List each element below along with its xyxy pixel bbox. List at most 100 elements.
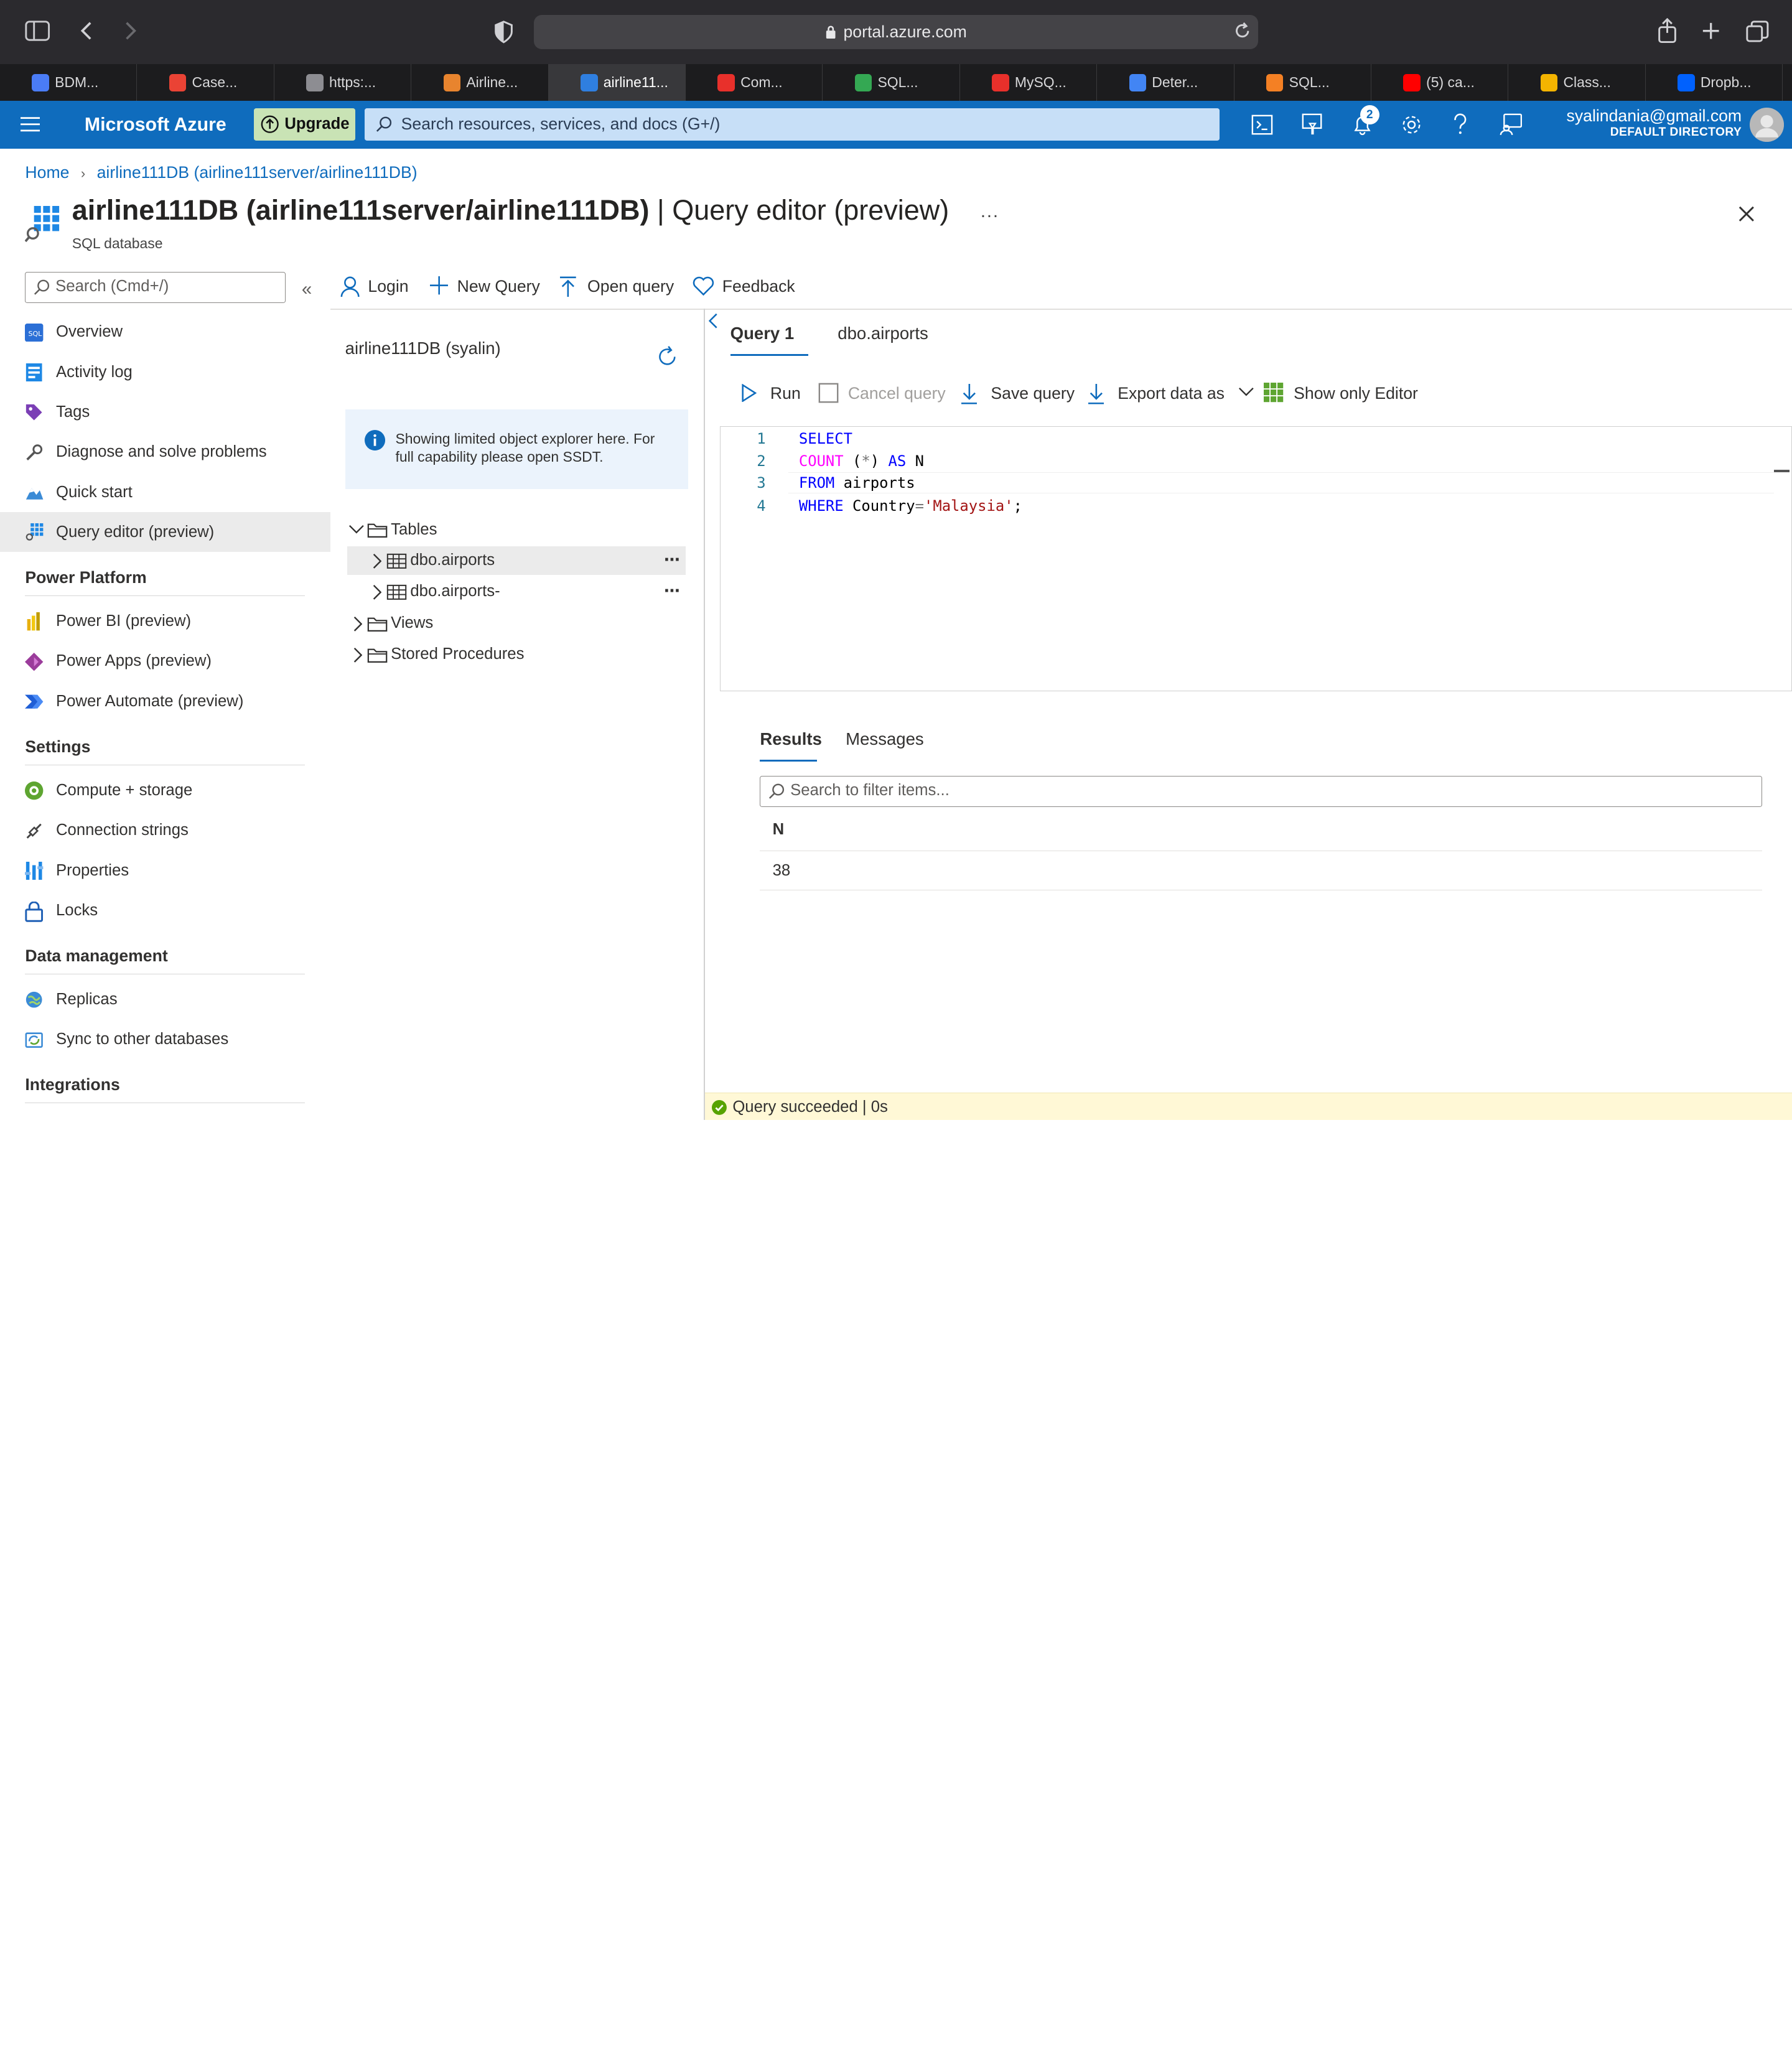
forward-icon[interactable] <box>123 21 139 41</box>
menu-item-power-automate[interactable]: Power Automate (preview) <box>0 681 330 721</box>
browser-tab[interactable]: Com... <box>686 63 823 101</box>
account-directory: DEFAULT DIRECTORY <box>1610 125 1742 139</box>
sidebar-toggle-icon[interactable] <box>25 21 50 41</box>
browser-tab[interactable]: Airline... <box>411 63 549 101</box>
directory-filter-icon[interactable] <box>1302 113 1322 136</box>
results-cell[interactable]: 38 <box>760 851 1763 890</box>
menu-item-diagnose[interactable]: Diagnose and solve problems <box>0 432 330 472</box>
account-info[interactable]: syalindania@gmail.com DEFAULT DIRECTORY <box>1567 106 1742 139</box>
run-button[interactable]: Run <box>740 381 801 406</box>
line-number: 2 <box>757 452 766 470</box>
close-icon[interactable] <box>1738 206 1755 222</box>
browser-tab[interactable]: SQL... <box>823 63 960 101</box>
more-options-button[interactable]: ... <box>981 201 999 222</box>
menu-item-label: Power Apps (preview) <box>55 652 212 670</box>
query-editor-icon <box>25 523 44 541</box>
code-string: 'Malaysia' <box>923 497 1014 515</box>
replicas-icon <box>25 991 43 1009</box>
tab-messages[interactable]: Messages <box>846 728 924 760</box>
upgrade-button[interactable]: Upgrade <box>253 108 356 141</box>
reload-icon[interactable] <box>1233 22 1251 40</box>
tree-stored-procedures[interactable]: Stored Procedures <box>348 639 524 670</box>
tab-dbo-airports[interactable]: dbo.airports <box>838 322 928 354</box>
browser-tab[interactable]: Case... <box>137 63 274 101</box>
code-line: FROM airports <box>799 474 915 492</box>
code-keyword: WHERE <box>798 497 844 515</box>
tab-results[interactable]: Results <box>760 728 822 762</box>
avatar[interactable] <box>1749 107 1785 142</box>
menu-item-label: Properties <box>55 861 129 879</box>
brand-name[interactable]: Microsoft Azure <box>85 101 226 149</box>
menu-item-compute[interactable]: Compute + storage <box>0 770 330 810</box>
new-query-button[interactable]: New Query <box>429 272 540 302</box>
menu-item-sync[interactable]: Sync to other databases <box>0 1019 330 1059</box>
browser-tab[interactable]: Dropb... <box>1646 63 1783 101</box>
global-search-input[interactable]: Search resources, services, and docs (G+… <box>364 108 1220 141</box>
play-icon <box>740 384 757 403</box>
open-query-button[interactable]: Open query <box>559 272 674 302</box>
browser-tab[interactable]: MySQ... <box>960 63 1098 101</box>
menu-item-replicas[interactable]: Replicas <box>0 979 330 1019</box>
feedback-icon[interactable] <box>1500 113 1523 136</box>
save-query-button[interactable]: Save query <box>961 381 1075 406</box>
help-icon[interactable] <box>1452 113 1468 136</box>
cancel-query-button[interactable]: Cancel query <box>818 381 946 406</box>
cloud-shell-icon[interactable] <box>1251 114 1273 135</box>
breadcrumb-database[interactable]: airline111DB (airline111server/airline11… <box>97 163 418 182</box>
menu-search-input[interactable]: Search (Cmd+/) <box>25 272 286 303</box>
page-title-resource: airline111DB (airline111server/airline11… <box>72 194 650 226</box>
menu-item-locks[interactable]: Locks <box>0 890 330 930</box>
menu-item-power-bi[interactable]: Power BI (preview) <box>0 601 330 641</box>
menu-item-query-editor[interactable]: Query editor (preview) <box>0 511 330 553</box>
breadcrumb-chevron-icon: › <box>80 166 86 182</box>
refresh-icon[interactable] <box>656 345 679 368</box>
menu-item-activity-log[interactable]: Activity log <box>0 352 330 392</box>
collapse-menu-icon[interactable]: « <box>302 279 312 300</box>
results-filter-input[interactable]: Search to filter items... <box>760 776 1763 807</box>
new-tab-icon[interactable] <box>1702 22 1720 40</box>
menu-item-connection[interactable]: Connection strings <box>0 810 330 850</box>
tab-overview-icon[interactable] <box>1746 21 1769 44</box>
menu-item-properties[interactable]: Properties <box>0 851 330 890</box>
new-query-label: New Query <box>457 277 540 296</box>
tree-views[interactable]: Views <box>348 608 433 639</box>
privacy-shield-icon[interactable] <box>493 21 514 44</box>
menu-item-label: Activity log <box>55 363 133 381</box>
browser-tab[interactable]: Class... <box>1508 63 1646 101</box>
browser-tab-label: Com... <box>740 73 783 90</box>
breadcrumb-home[interactable]: Home <box>25 163 69 182</box>
table-more-options-icon[interactable]: ⋯ <box>664 576 681 607</box>
export-data-dropdown[interactable]: Export data as <box>1088 381 1254 406</box>
browser-tab[interactable]: airline11... <box>548 63 686 101</box>
menu-item-tags[interactable]: Tags <box>0 392 330 432</box>
hamburger-menu-icon[interactable] <box>21 116 40 133</box>
code-keyword: AS <box>888 452 907 470</box>
share-icon[interactable] <box>1657 18 1678 44</box>
browser-tab-label: https:... <box>329 73 376 90</box>
feedback-button[interactable]: Feedback <box>693 272 795 302</box>
menu-item-overview[interactable]: SQL Overview <box>0 312 330 352</box>
menu-item-power-apps[interactable]: Power Apps (preview) <box>0 641 330 681</box>
tree-tables[interactable]: Tables <box>348 515 437 546</box>
tab-query-1[interactable]: Query 1 <box>730 322 808 357</box>
results-column-header[interactable]: N <box>760 809 1763 852</box>
tab-favicon-icon <box>32 74 49 91</box>
menu-item-quick-start[interactable]: Quick start <box>0 472 330 512</box>
show-only-editor-button[interactable]: Show only Editor <box>1264 381 1418 406</box>
table-more-options-icon[interactable]: ⋯ <box>664 545 681 576</box>
line-number: 3 <box>757 474 766 492</box>
browser-tab[interactable]: Deter... <box>1097 63 1234 101</box>
browser-tab[interactable]: https:... <box>274 63 412 101</box>
tree-table-item[interactable]: dbo.airports ⋯ <box>369 545 686 576</box>
browser-tab[interactable]: SQL... <box>1234 63 1371 101</box>
collapse-explorer-icon[interactable] <box>707 312 719 330</box>
back-icon[interactable] <box>78 21 94 41</box>
settings-gear-icon[interactable] <box>1401 114 1422 135</box>
browser-tab[interactable]: BDM... <box>0 63 138 101</box>
browser-tab[interactable]: (5) ca... <box>1371 63 1509 101</box>
login-button[interactable]: Login <box>340 272 409 302</box>
url-text: portal.azure.com <box>843 22 967 41</box>
scrollbar-marker[interactable] <box>1773 469 1790 472</box>
address-bar[interactable]: portal.azure.com <box>533 14 1259 49</box>
tree-table-item[interactable]: dbo.airports- ⋯ <box>369 576 686 607</box>
